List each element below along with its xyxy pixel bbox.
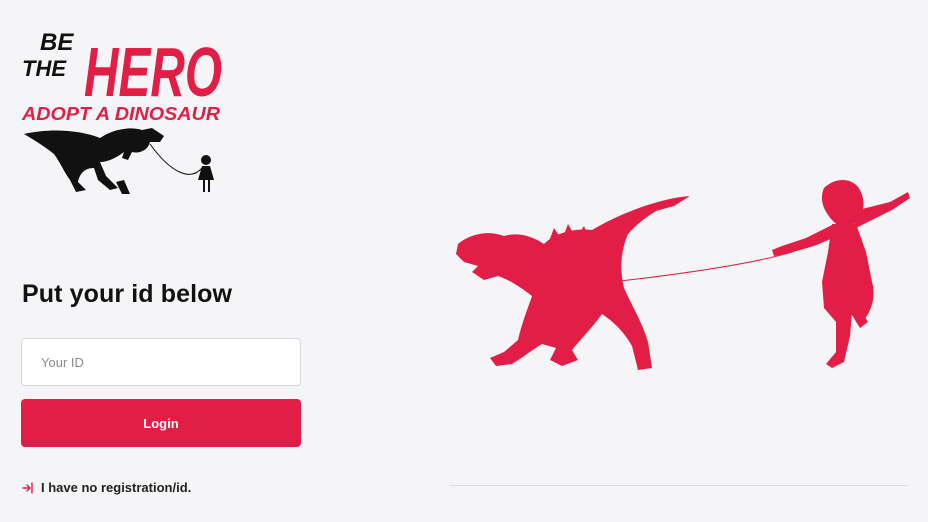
- logo-tagline: ADOPT A DINOSAUR: [21, 104, 220, 124]
- logo-graphic: BE THE HERO ADOPT A DINOSAUR: [21, 29, 222, 194]
- id-input[interactable]: [21, 338, 301, 386]
- dinosaur-silhouette-icon: [456, 196, 690, 370]
- logo: BE THE HERO ADOPT A DINOSAUR: [20, 12, 224, 198]
- sign-in-icon: [21, 481, 35, 495]
- logo-hero: HERO: [84, 33, 222, 111]
- logo-dinosaur-icon: [24, 128, 164, 194]
- hero-illustration: [456, 179, 910, 370]
- logo-leash: [149, 143, 203, 175]
- no-registration-link[interactable]: I have no registration/id.: [21, 480, 191, 495]
- logo-be: BE: [40, 29, 74, 56]
- login-button[interactable]: Login: [21, 399, 301, 447]
- page-title: Put your id below: [22, 280, 233, 308]
- login-page: BE THE HERO ADOPT A DINOSAUR Put your id…: [0, 0, 928, 522]
- logo-girl-icon: [198, 155, 214, 192]
- girl-silhouette-icon: [772, 179, 910, 368]
- no-registration-label: I have no registration/id.: [41, 480, 192, 495]
- logo-the: THE: [22, 56, 67, 81]
- divider: [450, 485, 908, 486]
- leash-line: [611, 251, 793, 283]
